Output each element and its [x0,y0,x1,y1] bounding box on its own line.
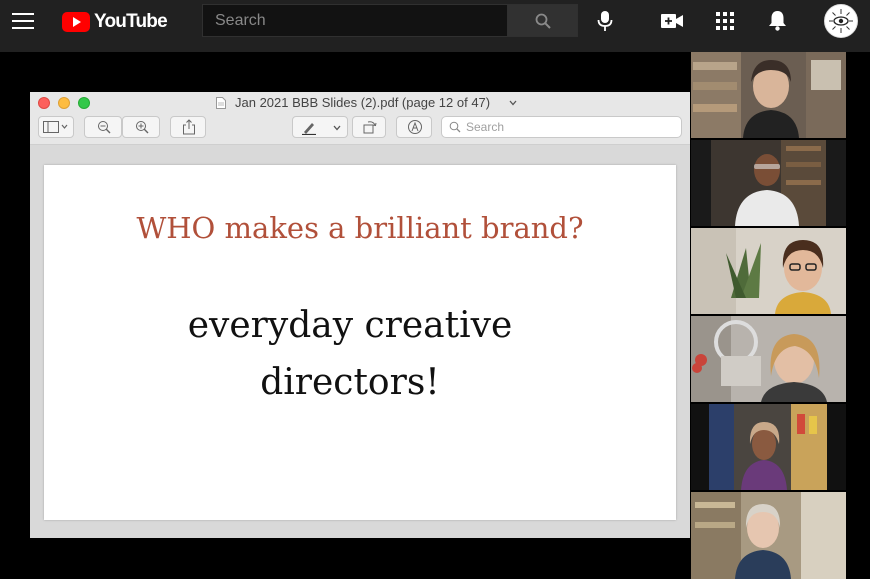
zoom-in-icon [136,121,149,134]
rotate-button[interactable] [352,116,386,138]
minimize-window-button[interactable] [58,97,70,109]
window-title: Jan 2021 BBB Slides (2).pdf (page 12 of … [235,95,491,110]
share-button[interactable] [170,116,206,138]
participant-video-4 [691,316,846,402]
document-search-placeholder: Search [466,120,505,134]
participant-video-5 [691,404,846,490]
channel-avatar[interactable] [824,4,858,38]
markup-button[interactable] [292,116,348,138]
slide-heading: WHO makes a brilliant brand? [136,211,584,245]
participant-video-6 [691,492,846,579]
eye-logo-icon [829,9,853,33]
participant-tile-6[interactable] [691,492,846,579]
zoom-in-button[interactable] [122,116,160,138]
search-placeholder: Search [215,12,266,29]
menu-icon[interactable] [12,13,34,31]
slide-body-line-2: directors! [260,362,440,403]
apps-icon[interactable] [716,12,734,30]
slide-body-line-1: everyday creative [187,305,513,346]
youtube-logo-text: YouTube [94,11,168,32]
preview-window: Jan 2021 BBB Slides (2).pdf (page 12 of … [30,92,690,538]
sidebar-icon [43,121,68,133]
markup-pen-icon [302,123,316,135]
annotate-icon [408,120,422,134]
bell-icon[interactable] [768,10,787,31]
zoom-window-button[interactable] [78,97,90,109]
share-icon [183,119,195,135]
mic-icon[interactable] [597,10,613,32]
document-canvas[interactable]: WHO makes a brilliant brand? everyday cr… [30,145,690,538]
participant-tile-1[interactable] [691,52,846,138]
participant-video-3 [691,228,846,314]
search-input[interactable]: Search [202,4,508,37]
search-button[interactable] [507,4,578,37]
participant-tile-3[interactable] [691,228,846,314]
search-icon [535,13,551,29]
youtube-top-bar: YouTube Search [0,0,870,52]
markup-chevron-down-icon [333,125,341,131]
rotate-icon [363,121,377,134]
slide-body: everyday creative directors! [134,297,566,411]
participant-tile-4[interactable] [691,316,846,402]
sidebar-toggle-button[interactable] [38,116,74,138]
participant-video-1 [691,52,846,138]
youtube-logo-icon [62,12,90,32]
zoom-out-button[interactable] [84,116,122,138]
zoom-out-icon [98,121,111,134]
participant-tile-2[interactable] [691,140,846,226]
slide-page: WHO makes a brilliant brand? everyday cr… [44,165,676,520]
title-chevron-down-icon[interactable] [509,100,517,106]
document-search-icon [449,121,461,133]
annotate-button[interactable] [396,116,432,138]
participant-tile-5[interactable] [691,404,846,490]
window-titlebar: Jan 2021 BBB Slides (2).pdf (page 12 of … [30,92,690,145]
document-search-input[interactable]: Search [441,116,682,138]
create-video-icon[interactable] [661,13,683,29]
close-window-button[interactable] [38,97,50,109]
youtube-logo[interactable]: YouTube [62,11,168,33]
pdf-document-icon [216,97,226,109]
participant-video-2 [691,140,846,226]
